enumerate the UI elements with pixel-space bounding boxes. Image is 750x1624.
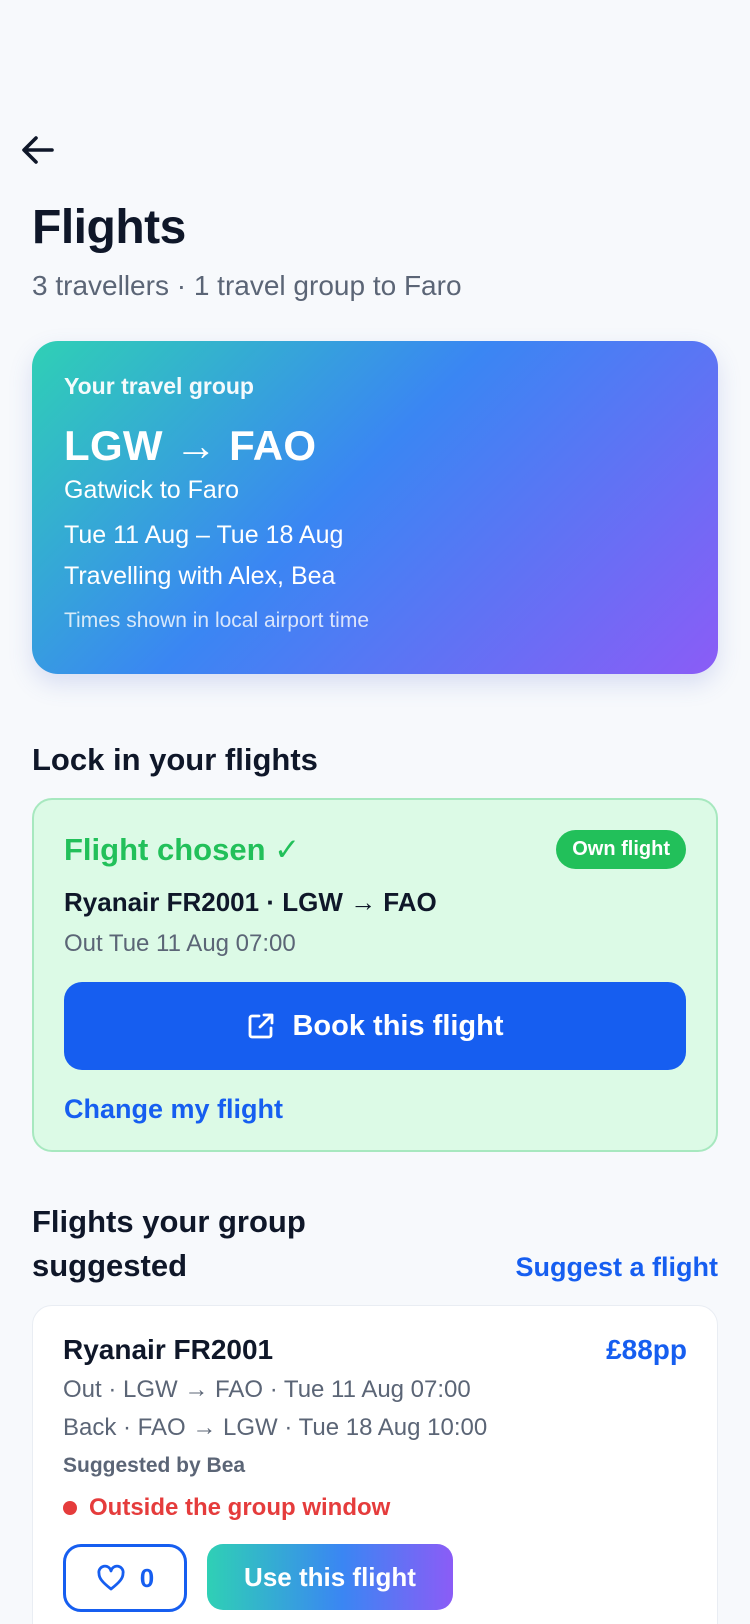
suggested-flight-card: Ryanair FR2001 £88pp Out · LGW → FAO · T… xyxy=(32,1305,718,1624)
suggested-flight-back: Back · FAO → LGW · Tue 18 Aug 10:00 xyxy=(63,1414,488,1441)
group-route: LGW → FAO xyxy=(64,422,317,469)
chosen-flight-out: Out Tue 11 Aug 07:00 xyxy=(64,930,296,957)
book-flight-label: Book this flight xyxy=(292,1009,504,1042)
suggested-by: Suggested by Bea xyxy=(63,1454,246,1477)
page-subtitle: 3 travellers · 1 travel group to Faro xyxy=(32,270,462,301)
suggest-flight-link[interactable]: Suggest a flight xyxy=(516,1252,719,1283)
group-card-label: Your travel group xyxy=(64,373,254,399)
warning-text: Outside the group window xyxy=(89,1494,391,1521)
chosen-flight-card: Flight chosen ✓ Own flight Ryanair FR200… xyxy=(32,798,718,1152)
change-flight-link[interactable]: Change my flight xyxy=(64,1094,686,1125)
suggested-flight-out: Out · LGW → FAO · Tue 11 Aug 07:00 xyxy=(63,1376,471,1403)
like-count: 0 xyxy=(139,1562,155,1593)
timezone-note: Times shown in local airport time xyxy=(64,609,369,632)
group-travellers: Travelling with Alex, Bea xyxy=(64,562,336,590)
arrow-left-icon xyxy=(22,136,54,164)
suggested-section-title: Flights your group suggested xyxy=(32,1204,306,1283)
warning-dot-icon xyxy=(63,1501,77,1515)
heart-icon xyxy=(97,1564,125,1591)
chosen-title: Flight chosen ✓ xyxy=(64,831,301,867)
group-dates: Tue 11 Aug – Tue 18 Aug xyxy=(64,521,344,549)
travel-group-card: Your travel group LGW → FAO Gatwick to F… xyxy=(32,341,718,674)
own-flight-badge: Own flight xyxy=(556,830,686,869)
like-button[interactable]: 0 xyxy=(63,1544,187,1612)
page-title: Flights xyxy=(32,201,186,254)
suggested-flight-name: Ryanair FR2001 xyxy=(63,1334,274,1365)
group-route-sub: Gatwick to Faro xyxy=(64,476,240,504)
use-flight-button[interactable]: Use this flight xyxy=(207,1544,453,1610)
lock-section-title: Lock in your flights xyxy=(32,742,318,777)
external-link-icon xyxy=(249,1013,274,1039)
back-button[interactable] xyxy=(18,130,58,170)
group-window-warning: Outside the group window xyxy=(63,1494,687,1522)
suggested-flight-price: £88pp xyxy=(606,1334,687,1365)
book-flight-button[interactable]: Book this flight xyxy=(64,982,686,1070)
chosen-flight-name: Ryanair FR2001 · LGW → FAO xyxy=(64,887,437,917)
